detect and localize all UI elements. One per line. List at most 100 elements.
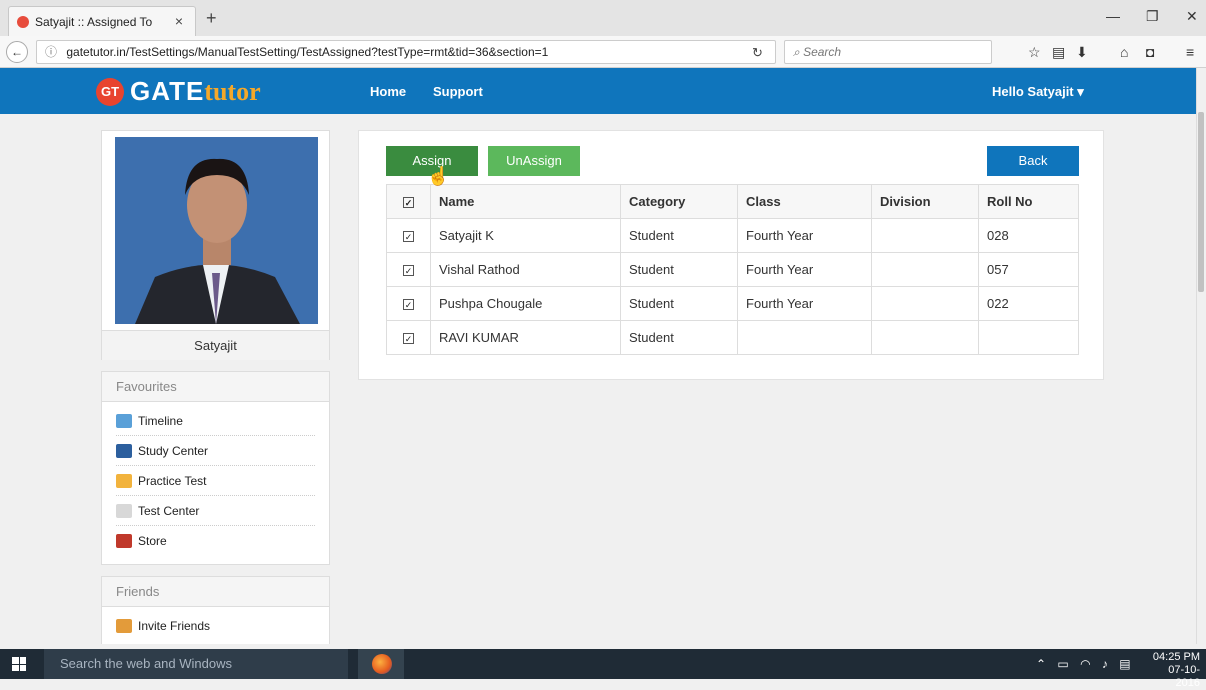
page-scrollbar-thumb[interactable] — [1198, 112, 1204, 292]
clock-time: 04:25 PM — [1152, 651, 1200, 663]
friends-item-invite[interactable]: Invite Friends — [116, 611, 315, 641]
cell-roll-no: 022 — [978, 286, 1079, 321]
friends-panel: Friends Invite Friends — [101, 576, 330, 644]
fav-item-study-center[interactable]: Study Center — [116, 436, 315, 466]
battery-icon[interactable]: ▭ — [1057, 657, 1068, 671]
table-header-row: ✓ Name Category Class Division Roll No — [386, 184, 1079, 219]
cell-roll-no: 057 — [978, 252, 1079, 287]
cell-category: Student — [620, 218, 738, 253]
menu-icon[interactable]: ≡ — [1186, 44, 1194, 60]
friends-item-label: Invite Friends — [138, 619, 211, 633]
fav-item-timeline[interactable]: Timeline — [116, 406, 315, 436]
user-menu-dropdown[interactable]: Hello Satyajit ▾ — [992, 84, 1084, 100]
logo-gate-text: GATE — [130, 76, 205, 106]
info-icon[interactable]: ⓘ — [45, 45, 57, 59]
volume-icon[interactable]: ♪ — [1102, 657, 1108, 671]
table-row[interactable]: ✓ RAVI KUMAR Student — [386, 320, 1079, 355]
row-checkbox-cell[interactable]: ✓ — [386, 286, 431, 321]
os-taskbar: Search the web and Windows ⌃ ▭ ◠ ♪ ▤ 04:… — [0, 649, 1206, 689]
row-checkbox[interactable]: ✓ — [403, 231, 414, 242]
row-checkbox[interactable]: ✓ — [403, 299, 414, 310]
cell-category: Student — [620, 286, 738, 321]
home-icon[interactable]: ⌂ — [1120, 44, 1128, 60]
notification-icon[interactable]: ▤ — [1119, 657, 1130, 671]
tray-chevron-icon[interactable]: ⌃ — [1036, 657, 1046, 671]
browser-tab[interactable]: Satyajit :: Assigned To × — [8, 6, 196, 36]
select-all-checkbox[interactable]: ✓ — [403, 197, 414, 208]
profile-photo[interactable] — [115, 137, 318, 324]
table-row[interactable]: ✓ Satyajit K Student Fourth Year 028 — [386, 218, 1079, 253]
fav-item-practice-test[interactable]: Practice Test — [116, 466, 315, 496]
pen-icon — [116, 503, 132, 518]
cell-name: RAVI KUMAR — [430, 320, 621, 355]
table-row[interactable]: ✓ Pushpa Chougale Student Fourth Year 02… — [386, 286, 1079, 321]
fav-item-label: Store — [138, 534, 167, 548]
fav-item-label: Study Center — [138, 443, 209, 458]
friends-title: Friends — [102, 577, 329, 607]
logo-tutor-text: tutor — [204, 76, 261, 106]
wifi-icon[interactable]: ◠ — [1080, 657, 1090, 671]
system-clock[interactable]: 04:25 PM 07-10-2016 — [1148, 651, 1200, 690]
students-table: ✓ Name Category Class Division Roll No ✓… — [386, 184, 1079, 355]
cell-class: Fourth Year — [737, 286, 872, 321]
search-icon: ⌕ — [793, 45, 804, 59]
back-arrow-icon[interactable]: ← — [6, 41, 28, 63]
clock-date: 07-10-2016 — [1168, 664, 1200, 689]
select-all-cell[interactable]: ✓ — [386, 184, 431, 219]
cell-name: Pushpa Chougale — [430, 286, 621, 321]
table-row[interactable]: ✓ Vishal Rathod Student Fourth Year 057 — [386, 252, 1079, 287]
cell-division — [871, 286, 979, 321]
column-header-division: Division — [871, 184, 979, 219]
bookmark-star-icon[interactable]: ☆ — [1028, 44, 1041, 61]
profile-card: Satyajit — [101, 130, 330, 360]
gatetutor-logo[interactable]: GT GATE tutor — [96, 76, 261, 107]
favourites-panel: Favourites Timeline Study Center Practic… — [101, 371, 330, 565]
fav-item-label: Test Center — [138, 503, 200, 518]
firefox-icon[interactable] — [372, 654, 392, 674]
nav-support-link[interactable]: Support — [433, 84, 483, 99]
windows-start-icon[interactable] — [12, 657, 26, 671]
pocket-icon[interactable]: ◘ — [1146, 44, 1154, 60]
reload-icon[interactable]: ↻ — [752, 45, 763, 61]
restore-icon[interactable]: ❐ — [1146, 8, 1159, 25]
column-header-category: Category — [620, 184, 738, 219]
fav-item-test-center[interactable]: Test Center — [116, 496, 315, 526]
row-checkbox-cell[interactable]: ✓ — [386, 320, 431, 355]
row-checkbox[interactable]: ✓ — [403, 265, 414, 276]
window-close-icon[interactable]: ✕ — [1186, 8, 1198, 25]
hand-cursor-icon: ☝ — [427, 166, 450, 186]
row-checkbox-cell[interactable]: ✓ — [386, 218, 431, 253]
row-checkbox-cell[interactable]: ✓ — [386, 252, 431, 287]
minimize-icon[interactable]: — — [1106, 8, 1120, 24]
fav-item-store[interactable]: Store — [116, 526, 315, 556]
cell-roll-no — [978, 320, 1079, 355]
column-header-class: Class — [737, 184, 872, 219]
tab-title: Satyajit :: Assigned To — [35, 14, 153, 29]
favourites-title: Favourites — [102, 372, 329, 402]
store-icon — [116, 534, 132, 548]
cell-division — [871, 218, 979, 253]
unassign-button[interactable]: UnAssign — [488, 146, 580, 176]
clipboard-icon — [116, 473, 132, 488]
row-checkbox[interactable]: ✓ — [403, 333, 414, 344]
system-tray[interactable]: ⌃ ▭ ◠ ♪ ▤ — [1036, 657, 1131, 671]
tab-close-icon[interactable]: × — [175, 13, 183, 29]
download-icon[interactable]: ⬇ — [1076, 44, 1088, 61]
taskbar-search-input[interactable]: Search the web and Windows — [44, 649, 348, 679]
profile-name[interactable]: Satyajit — [102, 330, 329, 360]
browser-search-input[interactable]: ⌕ Search — [784, 40, 992, 64]
column-header-roll-no: Roll No — [978, 184, 1079, 219]
cell-name: Vishal Rathod — [430, 252, 621, 287]
url-text: gatetutor.in/TestSettings/ManualTestSett… — [66, 45, 549, 59]
cell-category: Student — [620, 252, 738, 287]
fav-item-label: Timeline — [138, 413, 183, 428]
back-button[interactable]: Back — [987, 146, 1079, 176]
cell-division — [871, 252, 979, 287]
cell-name: Satyajit K — [430, 218, 621, 253]
cell-class: Fourth Year — [737, 252, 872, 287]
reading-list-icon[interactable]: ▤ — [1052, 44, 1065, 61]
new-tab-button[interactable]: + — [206, 8, 217, 29]
books-icon — [116, 443, 132, 458]
nav-home-link[interactable]: Home — [370, 84, 406, 99]
address-bar[interactable]: ⓘ gatetutor.in/TestSettings/ManualTestSe… — [36, 40, 776, 64]
